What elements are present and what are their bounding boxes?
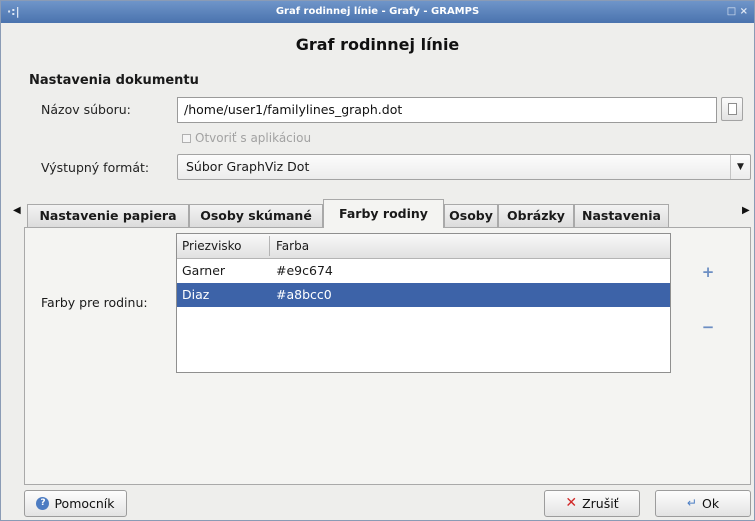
- table-row[interactable]: Garner #e9c674: [177, 259, 670, 283]
- tab-scroll-left-icon[interactable]: ◀: [13, 205, 21, 216]
- title-bar[interactable]: ·:| Graf rodinnej línie - Grafy - GRAMPS…: [1, 1, 754, 23]
- ok-button-label: Ok: [701, 496, 720, 511]
- open-with-app-label: Otvoriť s aplikáciou: [195, 131, 312, 145]
- cell-color: #e9c674: [276, 263, 333, 278]
- column-header-surname[interactable]: Priezvisko: [177, 234, 242, 258]
- filename-label: Názov súboru:: [41, 102, 131, 117]
- window-title: Graf rodinnej línie - Grafy - GRAMPS: [275, 6, 480, 17]
- column-separator: [269, 236, 270, 256]
- window-menu-icon[interactable]: ·:|: [7, 1, 20, 23]
- cell-surname: Garner: [182, 263, 226, 278]
- column-header-color[interactable]: Farba: [271, 234, 309, 258]
- document-settings-heading: Nastavenia dokumentu: [29, 73, 199, 88]
- cancel-icon: ✕: [565, 495, 578, 511]
- output-format-select[interactable]: Súbor GraphViz Dot ▼: [177, 154, 751, 180]
- tab-people[interactable]: Osoby: [444, 204, 498, 227]
- family-colors-table[interactable]: Priezvisko Farba Garner #e9c674 Diaz #a8…: [176, 233, 671, 373]
- document-icon: [728, 103, 737, 115]
- tab-settings[interactable]: Nastavenia: [574, 204, 669, 227]
- checkbox-icon: [182, 133, 191, 143]
- tab-scroll-right-icon[interactable]: ▶: [742, 205, 750, 216]
- table-header: Priezvisko Farba: [177, 234, 670, 259]
- cancel-button[interactable]: ✕ Zrušiť: [544, 490, 640, 517]
- remove-family-color-button[interactable]: −: [701, 320, 715, 335]
- tab-people-of-interest[interactable]: Osoby skúmané: [189, 204, 323, 227]
- cancel-button-label: Zrušiť: [582, 496, 619, 511]
- cell-color: #a8bcc0: [276, 287, 332, 302]
- help-icon: ?: [36, 497, 50, 510]
- filename-input[interactable]: /home/user1/familylines_graph.dot: [177, 97, 717, 123]
- window-close-icon[interactable]: □ ×: [727, 1, 748, 23]
- cell-surname: Diaz: [182, 287, 210, 302]
- tab-images[interactable]: Obrázky: [498, 204, 574, 227]
- help-button-label: Pomocník: [54, 496, 115, 511]
- dropdown-arrow-icon[interactable]: ▼: [730, 155, 750, 179]
- tab-family-colors[interactable]: Farby rodiny: [323, 199, 444, 228]
- add-family-color-button[interactable]: +: [701, 265, 715, 280]
- family-colors-label: Farby pre rodinu:: [41, 295, 148, 310]
- tab-strip: ◀ Nastavenie papiera Osoby skúmané Farby…: [13, 199, 751, 228]
- table-row-selected[interactable]: Diaz #a8bcc0: [177, 283, 670, 307]
- dialog-window: ·:| Graf rodinnej línie - Grafy - GRAMPS…: [0, 0, 755, 521]
- tab-paper-settings[interactable]: Nastavenie papiera: [27, 204, 189, 227]
- ok-button[interactable]: ↵ Ok: [655, 490, 751, 517]
- ok-arrow-icon: ↵: [686, 496, 697, 510]
- help-button[interactable]: ? Pomocník: [24, 490, 127, 517]
- dialog-title: Graf rodinnej línie: [295, 35, 460, 54]
- output-format-value: Súbor GraphViz Dot: [186, 159, 310, 174]
- format-label: Výstupný formát:: [41, 160, 150, 175]
- open-with-app-checkbox[interactable]: Otvoriť s aplikáciou: [182, 131, 311, 145]
- browse-file-button[interactable]: [721, 97, 743, 121]
